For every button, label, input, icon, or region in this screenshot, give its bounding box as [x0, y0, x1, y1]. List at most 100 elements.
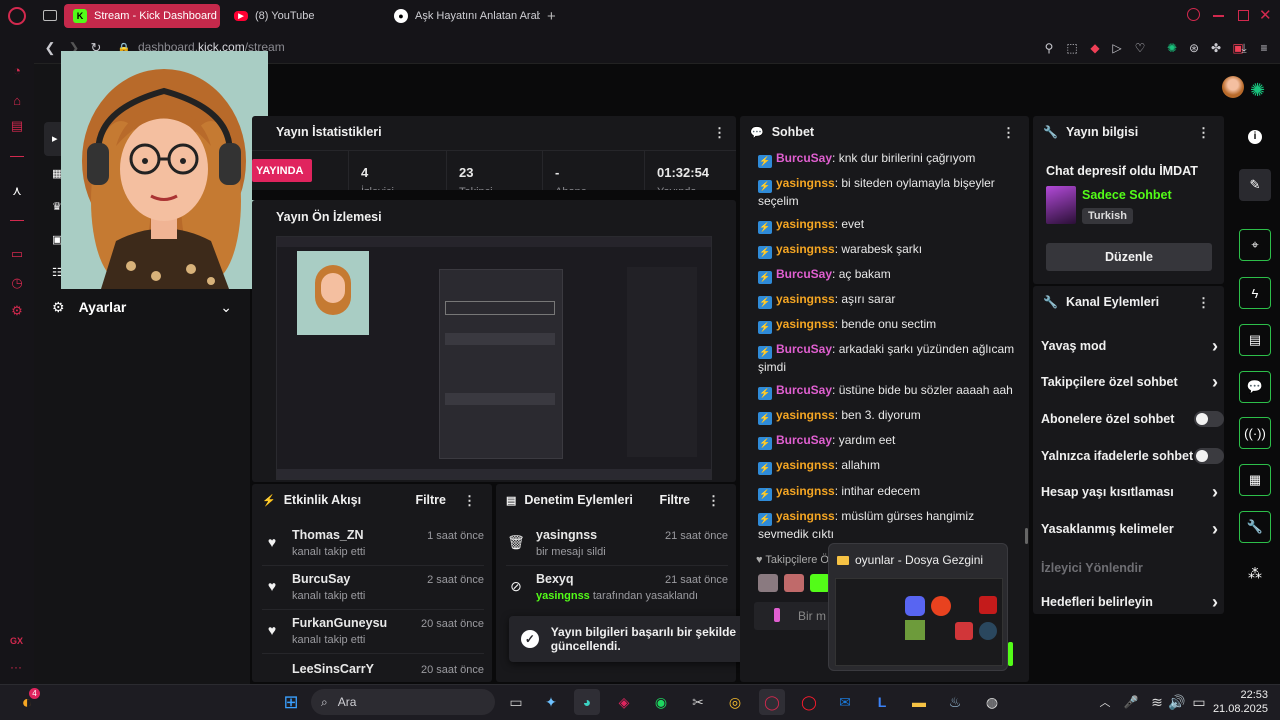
stats-more-icon[interactable]: ⋮ — [713, 125, 726, 141]
more-icon[interactable]: ··· — [10, 660, 22, 674]
back-arrow-icon[interactable]: ❮ — [42, 40, 58, 56]
chrome-icon[interactable]: ◎ — [722, 689, 748, 715]
chat-username[interactable]: BurcuSay — [776, 342, 832, 356]
opera-logo-icon[interactable] — [8, 7, 26, 25]
chat-username[interactable]: yasingnss — [776, 484, 835, 498]
chat-scrollbar[interactable] — [1025, 528, 1028, 544]
notes-icon[interactable]: ▤ — [1239, 324, 1271, 356]
launcher-icon[interactable]: L — [869, 689, 895, 715]
tab-kick-dashboard[interactable]: K Stream - Kick Dashboard — [64, 4, 220, 28]
activity-more-icon[interactable]: ⋮ — [463, 493, 476, 509]
browser-menu-icon[interactable]: ≡ — [1256, 40, 1272, 56]
chat-username[interactable]: yasingnss — [776, 292, 835, 306]
info-icon[interactable]: i — [1248, 130, 1262, 144]
spotify-icon[interactable]: ◉ — [648, 689, 674, 715]
stream-info-more-icon[interactable]: ⋮ — [1197, 125, 1210, 141]
start-button-icon[interactable]: ⊞ — [278, 689, 304, 715]
play-icon[interactable]: ▷ — [1109, 40, 1125, 56]
moderation-filter[interactable]: Filtre — [659, 493, 690, 507]
chat-username[interactable]: yasingnss — [776, 458, 835, 472]
tab-islands-icon[interactable] — [43, 10, 57, 21]
github-icon[interactable]: ◍ — [979, 689, 1005, 715]
app-pink-icon[interactable]: ◈ — [611, 689, 637, 715]
chat-send-button-edge[interactable] — [1008, 642, 1013, 666]
gx-store-icon[interactable]: ⌂ — [9, 92, 25, 108]
player-icon[interactable]: ⋏ — [9, 183, 25, 199]
category-link[interactable]: Sadece Sohbet — [1082, 188, 1172, 202]
channel-action-item[interactable]: Yavaş mod › — [1041, 328, 1224, 364]
explorer-thumbnail-popup[interactable]: oyunlar - Dosya Gezgini — [828, 543, 1008, 671]
chat-username[interactable]: BurcuSay — [776, 267, 832, 281]
history-icon[interactable]: ◷ — [9, 275, 25, 291]
user-avatar[interactable] — [1222, 76, 1244, 98]
search-tabs-icon[interactable] — [1187, 8, 1200, 21]
toggle-switch[interactable] — [1194, 448, 1224, 464]
outlook-icon[interactable]: ✉ — [832, 689, 858, 715]
snapshot-icon[interactable]: ⬚ — [1064, 40, 1080, 56]
dl-icon[interactable]: ⤓ — [1236, 40, 1252, 56]
channel-action-item[interactable]: Yalnızca ifadelerle sohbet — [1041, 438, 1224, 474]
channel-action-item[interactable]: Hesap yaşı kısıtlaması › — [1041, 474, 1224, 510]
bookmarks-icon[interactable]: ▭ — [9, 246, 25, 262]
emote-3[interactable] — [810, 574, 830, 592]
tray-chevron-icon[interactable]: ︿ — [1092, 689, 1118, 715]
snipping-tool-icon[interactable]: ✂ — [685, 689, 711, 715]
twitch-icon[interactable]: ▤ — [9, 118, 25, 134]
settings-gear-icon[interactable]: ⚙ — [9, 303, 25, 319]
tab-ask-hayatini[interactable]: ● Aşk Hayatını Anlatan Arab — [385, 4, 540, 28]
emote-2[interactable] — [784, 574, 804, 592]
toggle-switch[interactable] — [1194, 411, 1224, 427]
chat-username[interactable]: yasingnss — [776, 509, 835, 523]
maximize-window-button[interactable] — [1238, 10, 1249, 21]
opera-icon[interactable]: ◯ — [796, 689, 822, 715]
channel-action-item[interactable]: Hedefleri belirleyin › — [1041, 584, 1224, 620]
sidebar-item-settings[interactable]: ⚙ Ayarlar ⌄ — [44, 292, 244, 322]
chat-username[interactable]: yasingnss — [776, 242, 835, 256]
heart-icon[interactable]: ♡ — [1132, 40, 1148, 56]
stream-preview-video[interactable] — [276, 236, 712, 480]
pencil-icon[interactable]: ✎ — [1239, 169, 1271, 201]
layout-icon[interactable]: ▦ — [1239, 464, 1271, 496]
steam-icon[interactable]: ♨ — [942, 689, 968, 715]
gx-control-icon[interactable]: ◔ — [9, 62, 25, 78]
microphone-icon[interactable]: 🎤 — [1118, 689, 1144, 715]
task-view-icon[interactable]: ▭ — [503, 689, 529, 715]
opera-gx-icon[interactable]: ◯ — [759, 689, 785, 715]
close-window-button[interactable]: ✕ — [1259, 6, 1272, 24]
moderation-more-icon[interactable]: ⋮ — [707, 493, 720, 509]
channel-action-item[interactable]: Yasaklanmış kelimeler › — [1041, 511, 1224, 547]
chat-username[interactable]: BurcuSay — [776, 383, 832, 397]
clock-time[interactable]: 22:53 — [1228, 689, 1268, 701]
new-tab-plus-icon[interactable]: + — [547, 8, 556, 25]
emote-1[interactable] — [758, 574, 778, 592]
apps-icon[interactable]: ⁂ — [1248, 565, 1262, 582]
channel-actions-more-icon[interactable]: ⋮ — [1197, 295, 1210, 311]
tab-youtube[interactable]: ▶ (8) YouTube — [225, 4, 380, 28]
chat-username[interactable]: yasingnss — [776, 217, 835, 231]
edit-button[interactable]: Düzenle — [1046, 243, 1212, 271]
wrench-icon[interactable]: 🔧 — [1239, 511, 1271, 543]
chat-username[interactable]: yasingnss — [776, 317, 835, 331]
chat-username[interactable]: yasingnss — [776, 408, 835, 422]
clock-date[interactable]: 21.08.2025 — [1208, 703, 1268, 715]
broadcast-icon[interactable]: ((·)) — [1239, 417, 1271, 449]
activity-filter[interactable]: Filtre — [415, 493, 446, 507]
pin-icon[interactable]: ⚲ — [1041, 40, 1057, 56]
channel-action-item[interactable]: Takipçilere özel sohbet › — [1041, 364, 1224, 400]
vpn-icon[interactable]: ⊛ — [1186, 40, 1202, 56]
chatgpt-extension-icon[interactable]: ✺ — [1164, 40, 1180, 56]
edge-icon[interactable]: ◕ — [574, 689, 600, 715]
chatgpt-icon[interactable]: ✺ — [1250, 80, 1265, 101]
chat-username[interactable]: BurcuSay — [776, 433, 832, 447]
scan-icon[interactable]: ⌖ — [1239, 229, 1271, 261]
file-explorer-icon[interactable]: ▬ — [906, 689, 932, 715]
channel-action-item[interactable]: Abonelere özel sohbet — [1041, 401, 1224, 437]
chat-more-icon[interactable]: ⋮ — [1002, 125, 1015, 141]
extensions-puzzle-icon[interactable]: ✤ — [1208, 40, 1224, 56]
pocket-icon[interactable]: ◆ — [1087, 40, 1103, 56]
copilot-icon[interactable]: ✦ — [538, 689, 564, 715]
chat-username[interactable]: yasingnss — [776, 176, 835, 190]
lightning-icon[interactable]: ϟ — [1239, 277, 1271, 309]
taskbar-search[interactable]: ⌕ Ara — [311, 689, 495, 715]
chat-username[interactable]: BurcuSay — [776, 151, 832, 165]
